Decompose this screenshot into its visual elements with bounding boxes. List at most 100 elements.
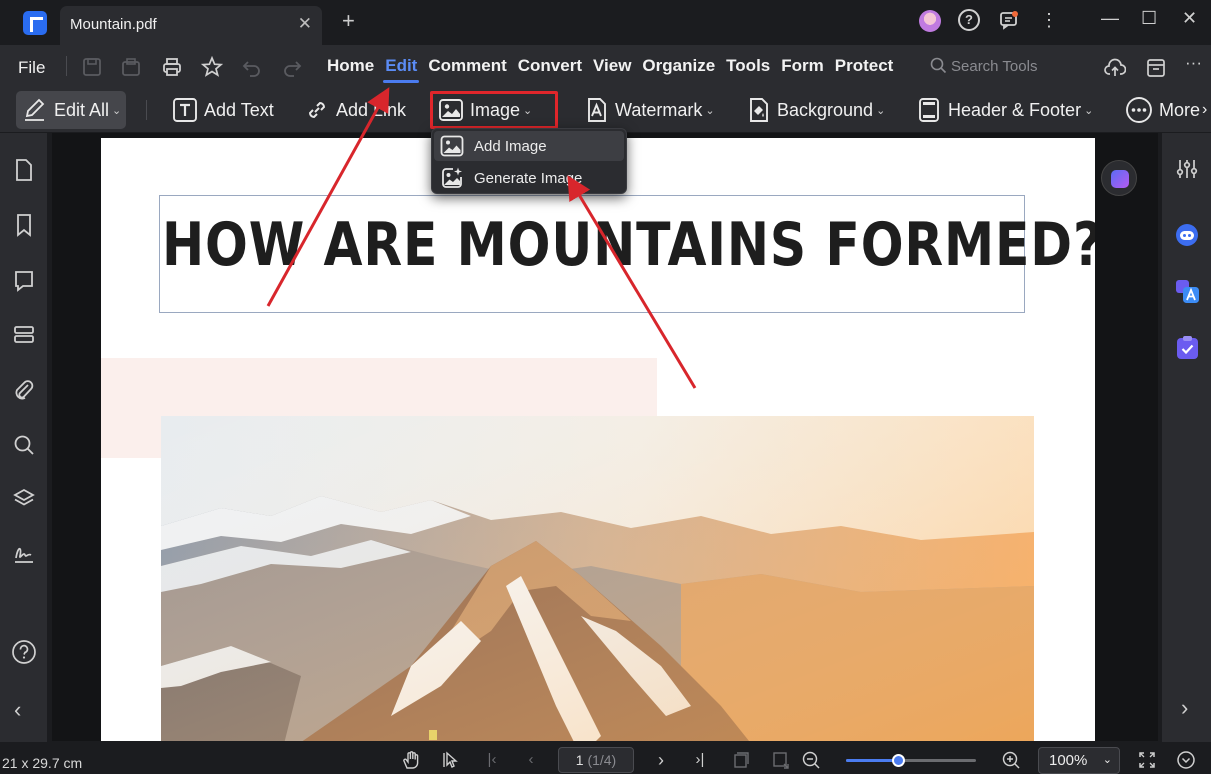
page-size-readout: 21 x 29.7 cm (2, 755, 83, 771)
kebab-menu-icon[interactable]: ⋮ (1038, 9, 1060, 31)
more-tools-button[interactable]: More › (1125, 91, 1207, 129)
tab-tools[interactable]: Tools (726, 56, 770, 76)
divider (66, 56, 67, 76)
generate-image-menu-item[interactable]: Generate Image (434, 163, 624, 193)
feedback-icon[interactable] (998, 9, 1020, 31)
help-icon[interactable]: ? (958, 9, 980, 31)
page-thumbnail-icon[interactable] (12, 158, 36, 182)
previous-page-icon[interactable]: ‹ (521, 750, 541, 770)
signature-icon[interactable] (12, 541, 36, 565)
last-page-icon[interactable]: ›| (690, 750, 710, 770)
search-icon (930, 57, 947, 74)
close-window-icon[interactable]: ✕ (1182, 8, 1197, 29)
main-tabs: Home Edit Comment Convert View Organize … (327, 56, 904, 83)
scroll-down-circle-icon[interactable] (1176, 750, 1196, 770)
chevron-down-icon: ⌄ (112, 104, 122, 117)
search-icon[interactable] (12, 433, 36, 457)
bookmark-icon[interactable] (12, 213, 36, 237)
tab-protect[interactable]: Protect (835, 56, 894, 76)
undo-icon[interactable] (241, 56, 263, 78)
select-cursor-icon[interactable] (441, 750, 461, 770)
document-title[interactable]: HOW ARE MOUNTAINS FORMED? (162, 210, 1095, 280)
attachment-icon[interactable] (12, 378, 36, 402)
collapse-left-icon[interactable]: ‹ (14, 697, 38, 722)
image-icon (440, 134, 464, 158)
add-text-button[interactable]: Add Text (172, 91, 274, 129)
panel-toggle-icon[interactable] (1145, 57, 1167, 79)
background-label: Background (777, 99, 874, 120)
tab-convert[interactable]: Convert (518, 56, 582, 76)
print-icon[interactable] (161, 56, 183, 78)
image-dropdown-menu: Add Image Generate Image (431, 128, 627, 194)
layers-icon[interactable] (12, 487, 36, 511)
add-text-label: Add Text (204, 99, 274, 120)
save-as-icon[interactable] (120, 56, 142, 78)
comment-icon[interactable] (12, 269, 36, 293)
chevron-down-icon: ⌄ (1102, 754, 1112, 766)
minimize-icon[interactable]: — (1101, 8, 1119, 29)
search-tools-input[interactable]: Search Tools (930, 57, 1037, 75)
pdf-page[interactable]: HOW ARE MOUNTAINS FORMED? (101, 138, 1095, 741)
redo-icon[interactable] (281, 56, 303, 78)
file-menu[interactable]: File (18, 58, 45, 78)
task-check-icon[interactable] (1175, 335, 1199, 359)
ai-assistant-floating-button[interactable] (1101, 160, 1137, 196)
tab-organize[interactable]: Organize (642, 56, 715, 76)
more-label: More (1159, 99, 1201, 120)
tab-view[interactable]: View (593, 56, 631, 76)
image-button[interactable]: Image ⌄ (430, 91, 558, 129)
chevron-down-icon: ⌄ (523, 104, 533, 117)
rotate-page-icon[interactable] (731, 750, 751, 770)
image-icon (438, 97, 464, 123)
tab-home[interactable]: Home (327, 56, 374, 76)
add-image-menu-item[interactable]: Add Image (434, 131, 624, 161)
header-footer-button[interactable]: Header & Footer ⌄ (916, 91, 1093, 129)
next-page-icon[interactable]: › (651, 750, 671, 770)
edit-all-label: Edit All (54, 99, 110, 120)
layout-list-icon[interactable] (12, 323, 36, 347)
title-text-box[interactable]: HOW ARE MOUNTAINS FORMED? (159, 195, 1095, 313)
new-tab-icon[interactable]: + (342, 8, 355, 34)
translate-icon[interactable] (1175, 279, 1199, 303)
maximize-icon[interactable]: ☐ (1141, 8, 1157, 29)
properties-sliders-icon[interactable] (1175, 157, 1199, 181)
document-tab[interactable]: Mountain.pdf ✕ (60, 6, 322, 45)
background-icon (745, 97, 771, 123)
menu-bar: File Home Edit Comment Convert View Orga… (0, 45, 1211, 88)
edit-all-button[interactable]: Edit All ⌄ (16, 91, 126, 129)
zoom-slider[interactable] (846, 754, 976, 767)
watermark-button[interactable]: Watermark ⌄ (583, 91, 715, 129)
fit-page-icon[interactable] (771, 750, 791, 770)
add-link-button[interactable]: Add Link (304, 91, 406, 129)
more-menu-icon[interactable]: ··· (1185, 53, 1207, 75)
zoom-out-icon[interactable] (801, 750, 821, 770)
hand-tool-icon[interactable] (401, 750, 421, 770)
tab-form[interactable]: Form (781, 56, 824, 76)
zoom-value: 100% (1049, 752, 1088, 769)
edit-pen-icon (22, 97, 48, 123)
zoom-slider-thumb[interactable] (892, 754, 905, 767)
collapse-right-icon[interactable]: › (1181, 695, 1205, 720)
tab-title: Mountain.pdf (70, 16, 157, 33)
zoom-select[interactable]: 100% ⌄ (1038, 747, 1120, 774)
zoom-in-icon[interactable] (1001, 750, 1021, 770)
mountain-photo[interactable] (161, 416, 1034, 741)
upload-cloud-icon[interactable] (1104, 57, 1127, 79)
save-icon[interactable] (81, 56, 103, 78)
fullscreen-icon[interactable] (1137, 750, 1157, 770)
star-icon[interactable] (200, 55, 224, 78)
ai-bot-icon[interactable] (1175, 223, 1199, 247)
help-circle-icon[interactable] (12, 640, 36, 664)
divider (146, 100, 147, 120)
tab-edit[interactable]: Edit (383, 56, 420, 83)
text-box-icon (172, 97, 198, 123)
tab-comment[interactable]: Comment (428, 56, 506, 76)
background-button[interactable]: Background ⌄ (745, 91, 885, 129)
user-avatar[interactable] (919, 10, 941, 32)
first-page-icon[interactable]: |‹ (482, 750, 502, 770)
add-image-label: Add Image (474, 137, 547, 155)
page-number-field[interactable]: 1 (1/4) (558, 747, 634, 773)
tab-close-icon[interactable]: ✕ (298, 14, 312, 34)
current-page: 1 (575, 752, 584, 768)
document-viewport[interactable]: HOW ARE MOUNTAINS FORMED? (52, 133, 1158, 741)
